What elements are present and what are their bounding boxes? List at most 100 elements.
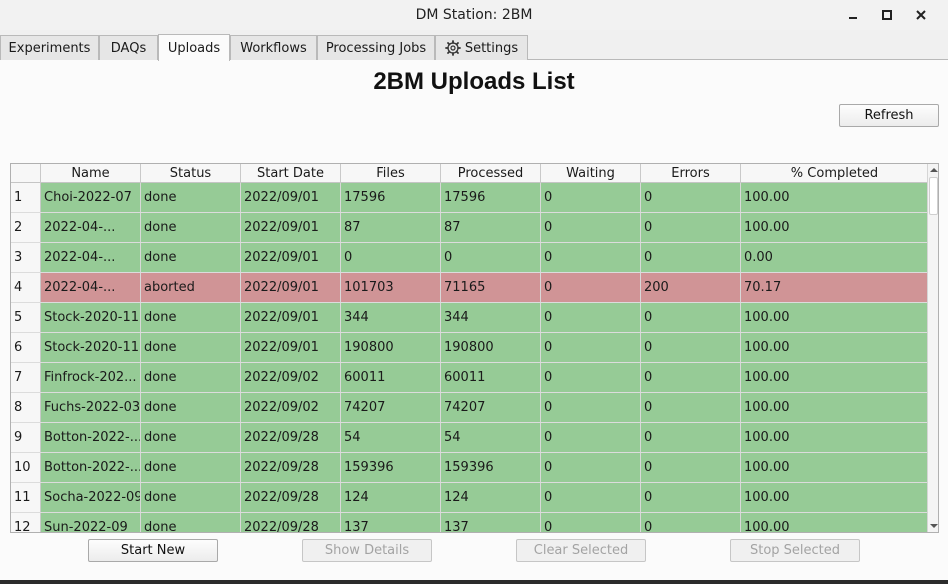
cell-percent-completed[interactable]: 100.00 xyxy=(741,423,928,452)
cell-errors[interactable]: 0 xyxy=(641,303,741,332)
cell-percent-completed[interactable]: 100.00 xyxy=(741,183,928,212)
cell-name[interactable]: 2022-04-... xyxy=(41,273,141,302)
cell-waiting[interactable]: 0 xyxy=(541,183,641,212)
cell-status[interactable]: done xyxy=(141,243,241,272)
row-number[interactable]: 4 xyxy=(11,273,41,302)
row-number[interactable]: 10 xyxy=(11,453,41,482)
start-new-button[interactable]: Start New xyxy=(88,539,218,562)
cell-start-date[interactable]: 2022/09/01 xyxy=(241,243,341,272)
cell-processed[interactable]: 54 xyxy=(441,423,541,452)
table-row[interactable]: 10 Botton-2022-... done 2022/09/28 159396 159… xyxy=(11,453,928,483)
cell-errors[interactable]: 0 xyxy=(641,513,741,532)
cell-processed[interactable]: 71165 xyxy=(441,273,541,302)
cell-errors[interactable]: 0 xyxy=(641,333,741,362)
table-row[interactable]: 3 2022-04-... done 2022/09/01 0 0 0 0 0.00 xyxy=(11,243,928,273)
cell-processed[interactable]: 137 xyxy=(441,513,541,532)
cell-status[interactable]: done xyxy=(141,393,241,422)
cell-status[interactable]: done xyxy=(141,513,241,532)
cell-name[interactable]: 2022-04-... xyxy=(41,243,141,272)
cell-files[interactable]: 60011 xyxy=(341,363,441,392)
cell-percent-completed[interactable]: 100.00 xyxy=(741,453,928,482)
row-number[interactable]: 5 xyxy=(11,303,41,332)
cell-errors[interactable]: 0 xyxy=(641,483,741,512)
cell-waiting[interactable]: 0 xyxy=(541,243,641,272)
table-row[interactable]: 9 Botton-2022-... done 2022/09/28 54 54 0 0 100.… xyxy=(11,423,928,453)
cell-start-date[interactable]: 2022/09/28 xyxy=(241,423,341,452)
cell-name[interactable]: Stock-2020-11 xyxy=(41,333,141,362)
table-row[interactable]: 7 Finfrock-202... done 2022/09/02 60011 60011… xyxy=(11,363,928,393)
cell-waiting[interactable]: 0 xyxy=(541,273,641,302)
cell-files[interactable]: 101703 xyxy=(341,273,441,302)
table-row[interactable]: 11 Socha-2022-09 done 2022/09/28 124 124 0 0 100… xyxy=(11,483,928,513)
cell-files[interactable]: 344 xyxy=(341,303,441,332)
cell-processed[interactable]: 60011 xyxy=(441,363,541,392)
cell-processed[interactable]: 190800 xyxy=(441,333,541,362)
cell-name[interactable]: Sun-2022-09 xyxy=(41,513,141,532)
cell-processed[interactable]: 87 xyxy=(441,213,541,242)
cell-waiting[interactable]: 0 xyxy=(541,363,641,392)
cell-errors[interactable]: 0 xyxy=(641,243,741,272)
cell-start-date[interactable]: 2022/09/28 xyxy=(241,483,341,512)
close-icon[interactable] xyxy=(904,0,938,30)
column-header-name[interactable]: Name xyxy=(41,164,141,183)
cell-processed[interactable]: 344 xyxy=(441,303,541,332)
cell-waiting[interactable]: 0 xyxy=(541,303,641,332)
cell-waiting[interactable]: 0 xyxy=(541,213,641,242)
scroll-up-icon[interactable] xyxy=(928,164,938,176)
row-number[interactable]: 12 xyxy=(11,513,41,532)
cell-status[interactable]: done xyxy=(141,423,241,452)
cell-percent-completed[interactable]: 100.00 xyxy=(741,213,928,242)
cell-errors[interactable]: 0 xyxy=(641,363,741,392)
cell-errors[interactable]: 0 xyxy=(641,183,741,212)
cell-errors[interactable]: 0 xyxy=(641,213,741,242)
cell-errors[interactable]: 0 xyxy=(641,423,741,452)
show-details-button[interactable]: Show Details xyxy=(302,539,432,562)
row-number[interactable]: 3 xyxy=(11,243,41,272)
cell-status[interactable]: done xyxy=(141,363,241,392)
row-number[interactable]: 2 xyxy=(11,213,41,242)
cell-name[interactable]: Botton-2022-... xyxy=(41,453,141,482)
cell-processed[interactable]: 124 xyxy=(441,483,541,512)
cell-name[interactable]: 2022-04-... xyxy=(41,213,141,242)
cell-start-date[interactable]: 2022/09/01 xyxy=(241,333,341,362)
cell-errors[interactable]: 0 xyxy=(641,393,741,422)
column-header-percent-completed[interactable]: % Completed xyxy=(741,164,928,183)
cell-files[interactable]: 159396 xyxy=(341,453,441,482)
cell-status[interactable]: done xyxy=(141,303,241,332)
cell-processed[interactable]: 17596 xyxy=(441,183,541,212)
scrollbar-thumb[interactable] xyxy=(929,177,938,215)
cell-waiting[interactable]: 0 xyxy=(541,393,641,422)
table-row[interactable]: 2 2022-04-... done 2022/09/01 87 87 0 0 100.00 xyxy=(11,213,928,243)
cell-percent-completed[interactable]: 100.00 xyxy=(741,303,928,332)
stop-selected-button[interactable]: Stop Selected xyxy=(730,539,860,562)
column-header-status[interactable]: Status xyxy=(141,164,241,183)
cell-waiting[interactable]: 0 xyxy=(541,453,641,482)
cell-waiting[interactable]: 0 xyxy=(541,423,641,452)
cell-waiting[interactable]: 0 xyxy=(541,483,641,512)
cell-errors[interactable]: 0 xyxy=(641,453,741,482)
tab-daqs[interactable]: DAQs xyxy=(99,35,158,60)
minimize-icon[interactable] xyxy=(836,0,870,30)
cell-status[interactable]: done xyxy=(141,333,241,362)
tab-settings[interactable]: Settings xyxy=(435,35,528,60)
cell-start-date[interactable]: 2022/09/02 xyxy=(241,363,341,392)
row-number[interactable]: 7 xyxy=(11,363,41,392)
cell-start-date[interactable]: 2022/09/02 xyxy=(241,393,341,422)
row-number[interactable]: 11 xyxy=(11,483,41,512)
cell-files[interactable]: 137 xyxy=(341,513,441,532)
tab-uploads[interactable]: Uploads xyxy=(158,34,230,61)
row-number[interactable]: 8 xyxy=(11,393,41,422)
table-row[interactable]: 5 Stock-2020-11 done 2022/09/01 344 344 0 0 100.… xyxy=(11,303,928,333)
tab-experiments[interactable]: Experiments xyxy=(0,35,99,60)
table-row[interactable]: 12 Sun-2022-09 done 2022/09/28 137 137 0 0 100.0… xyxy=(11,513,928,532)
cell-percent-completed[interactable]: 100.00 xyxy=(741,393,928,422)
column-header-errors[interactable]: Errors xyxy=(641,164,741,183)
cell-status[interactable]: done xyxy=(141,483,241,512)
cell-files[interactable]: 74207 xyxy=(341,393,441,422)
vertical-scrollbar[interactable] xyxy=(927,164,938,532)
table-row[interactable]: 4 2022-04-... aborted 2022/09/01 101703 71165… xyxy=(11,273,928,303)
cell-waiting[interactable]: 0 xyxy=(541,333,641,362)
cell-percent-completed[interactable]: 100.00 xyxy=(741,483,928,512)
column-header-waiting[interactable]: Waiting xyxy=(541,164,641,183)
cell-start-date[interactable]: 2022/09/28 xyxy=(241,453,341,482)
